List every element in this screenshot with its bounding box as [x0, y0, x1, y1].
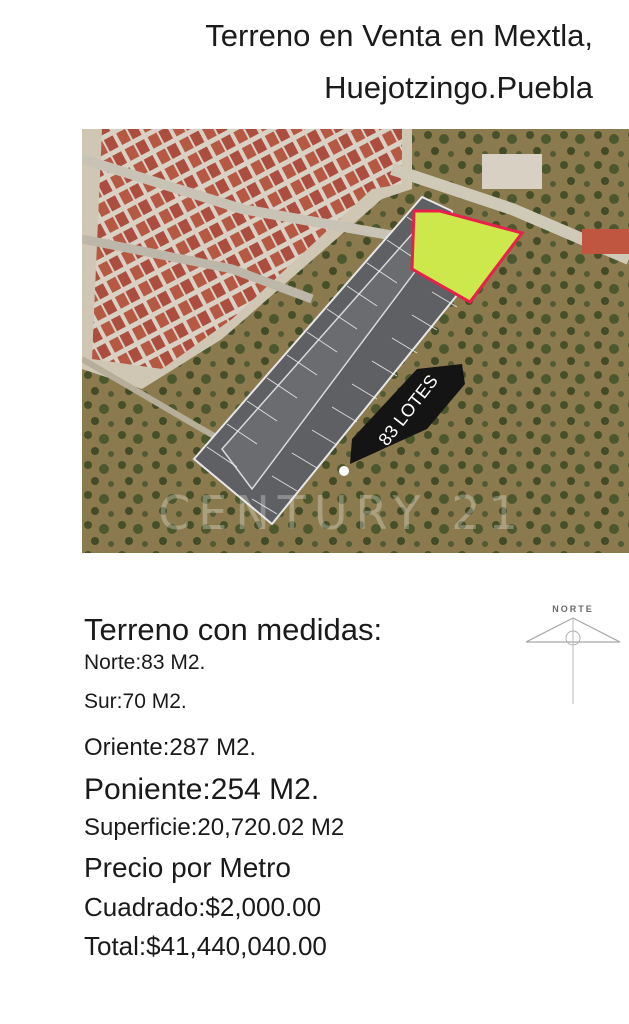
spec-total: Total:$41,440,040.00 [84, 931, 327, 961]
north-compass: NORTE [525, 600, 629, 710]
building-top-right [482, 154, 542, 189]
spec-superficie: Superficie:20,720.02 M2 [84, 814, 345, 841]
compass-north-label: NORTE [552, 604, 594, 614]
spec-poniente: Poniente:254 M2. [84, 773, 320, 806]
spec-precio-line-2: Cuadrado:$2,000.00 [84, 892, 322, 922]
building-right [582, 229, 629, 254]
century21-watermark: CENTURY 21 [158, 486, 526, 540]
spec-precio-line-1: Precio por Metro [84, 852, 291, 883]
spec-oriente: Oriente:287 M2. [84, 734, 257, 761]
aerial-map-image: 83 LOTES CENTURY 21 [82, 129, 629, 553]
specs-heading: Terreno con medidas: [84, 612, 383, 647]
listing-title-line-2: Huejotzingo.Puebla [324, 70, 593, 105]
listing-title-line-1: Terreno en Venta en Mextla, [205, 18, 593, 53]
spec-norte: Norte:83 M2. [84, 651, 206, 674]
spec-sur: Sur:70 M2. [84, 690, 187, 713]
map-marker-dot [339, 466, 349, 476]
